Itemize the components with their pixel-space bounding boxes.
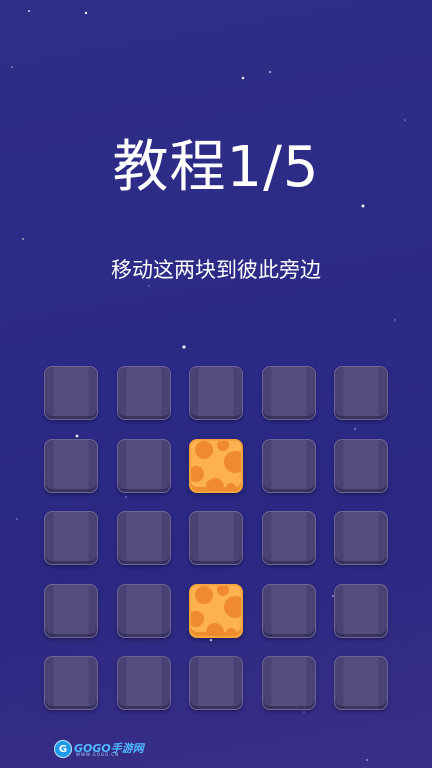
tutorial-title: 教程1/5 [112, 135, 320, 200]
empty-cell [262, 511, 316, 565]
empty-cell [117, 511, 171, 565]
game-board [44, 366, 388, 710]
empty-cell [334, 439, 388, 493]
tutorial-instruction: 移动这两块到彼此旁边 [111, 258, 321, 282]
empty-cell [44, 366, 98, 420]
movable-block[interactable] [189, 439, 243, 493]
empty-cell [334, 511, 388, 565]
empty-cell [262, 366, 316, 420]
gogo-logo-icon: G [54, 740, 72, 758]
empty-cell [189, 366, 243, 420]
watermark-url: WWW.GOGO.CN [76, 752, 120, 757]
empty-cell [262, 656, 316, 710]
empty-cell [117, 656, 171, 710]
movable-block[interactable] [189, 584, 243, 638]
empty-cell [117, 366, 171, 420]
empty-cell [189, 511, 243, 565]
empty-cell [262, 439, 316, 493]
empty-cell [44, 439, 98, 493]
empty-cell [189, 656, 243, 710]
empty-cell [117, 439, 171, 493]
empty-cell [334, 366, 388, 420]
empty-cell [334, 656, 388, 710]
empty-cell [44, 656, 98, 710]
empty-cell [117, 584, 171, 638]
empty-cell [44, 511, 98, 565]
empty-cell [334, 584, 388, 638]
empty-cell [262, 584, 316, 638]
watermark-logo: G GOGO手游网 WWW.GOGO.CN [54, 739, 144, 759]
empty-cell [44, 584, 98, 638]
